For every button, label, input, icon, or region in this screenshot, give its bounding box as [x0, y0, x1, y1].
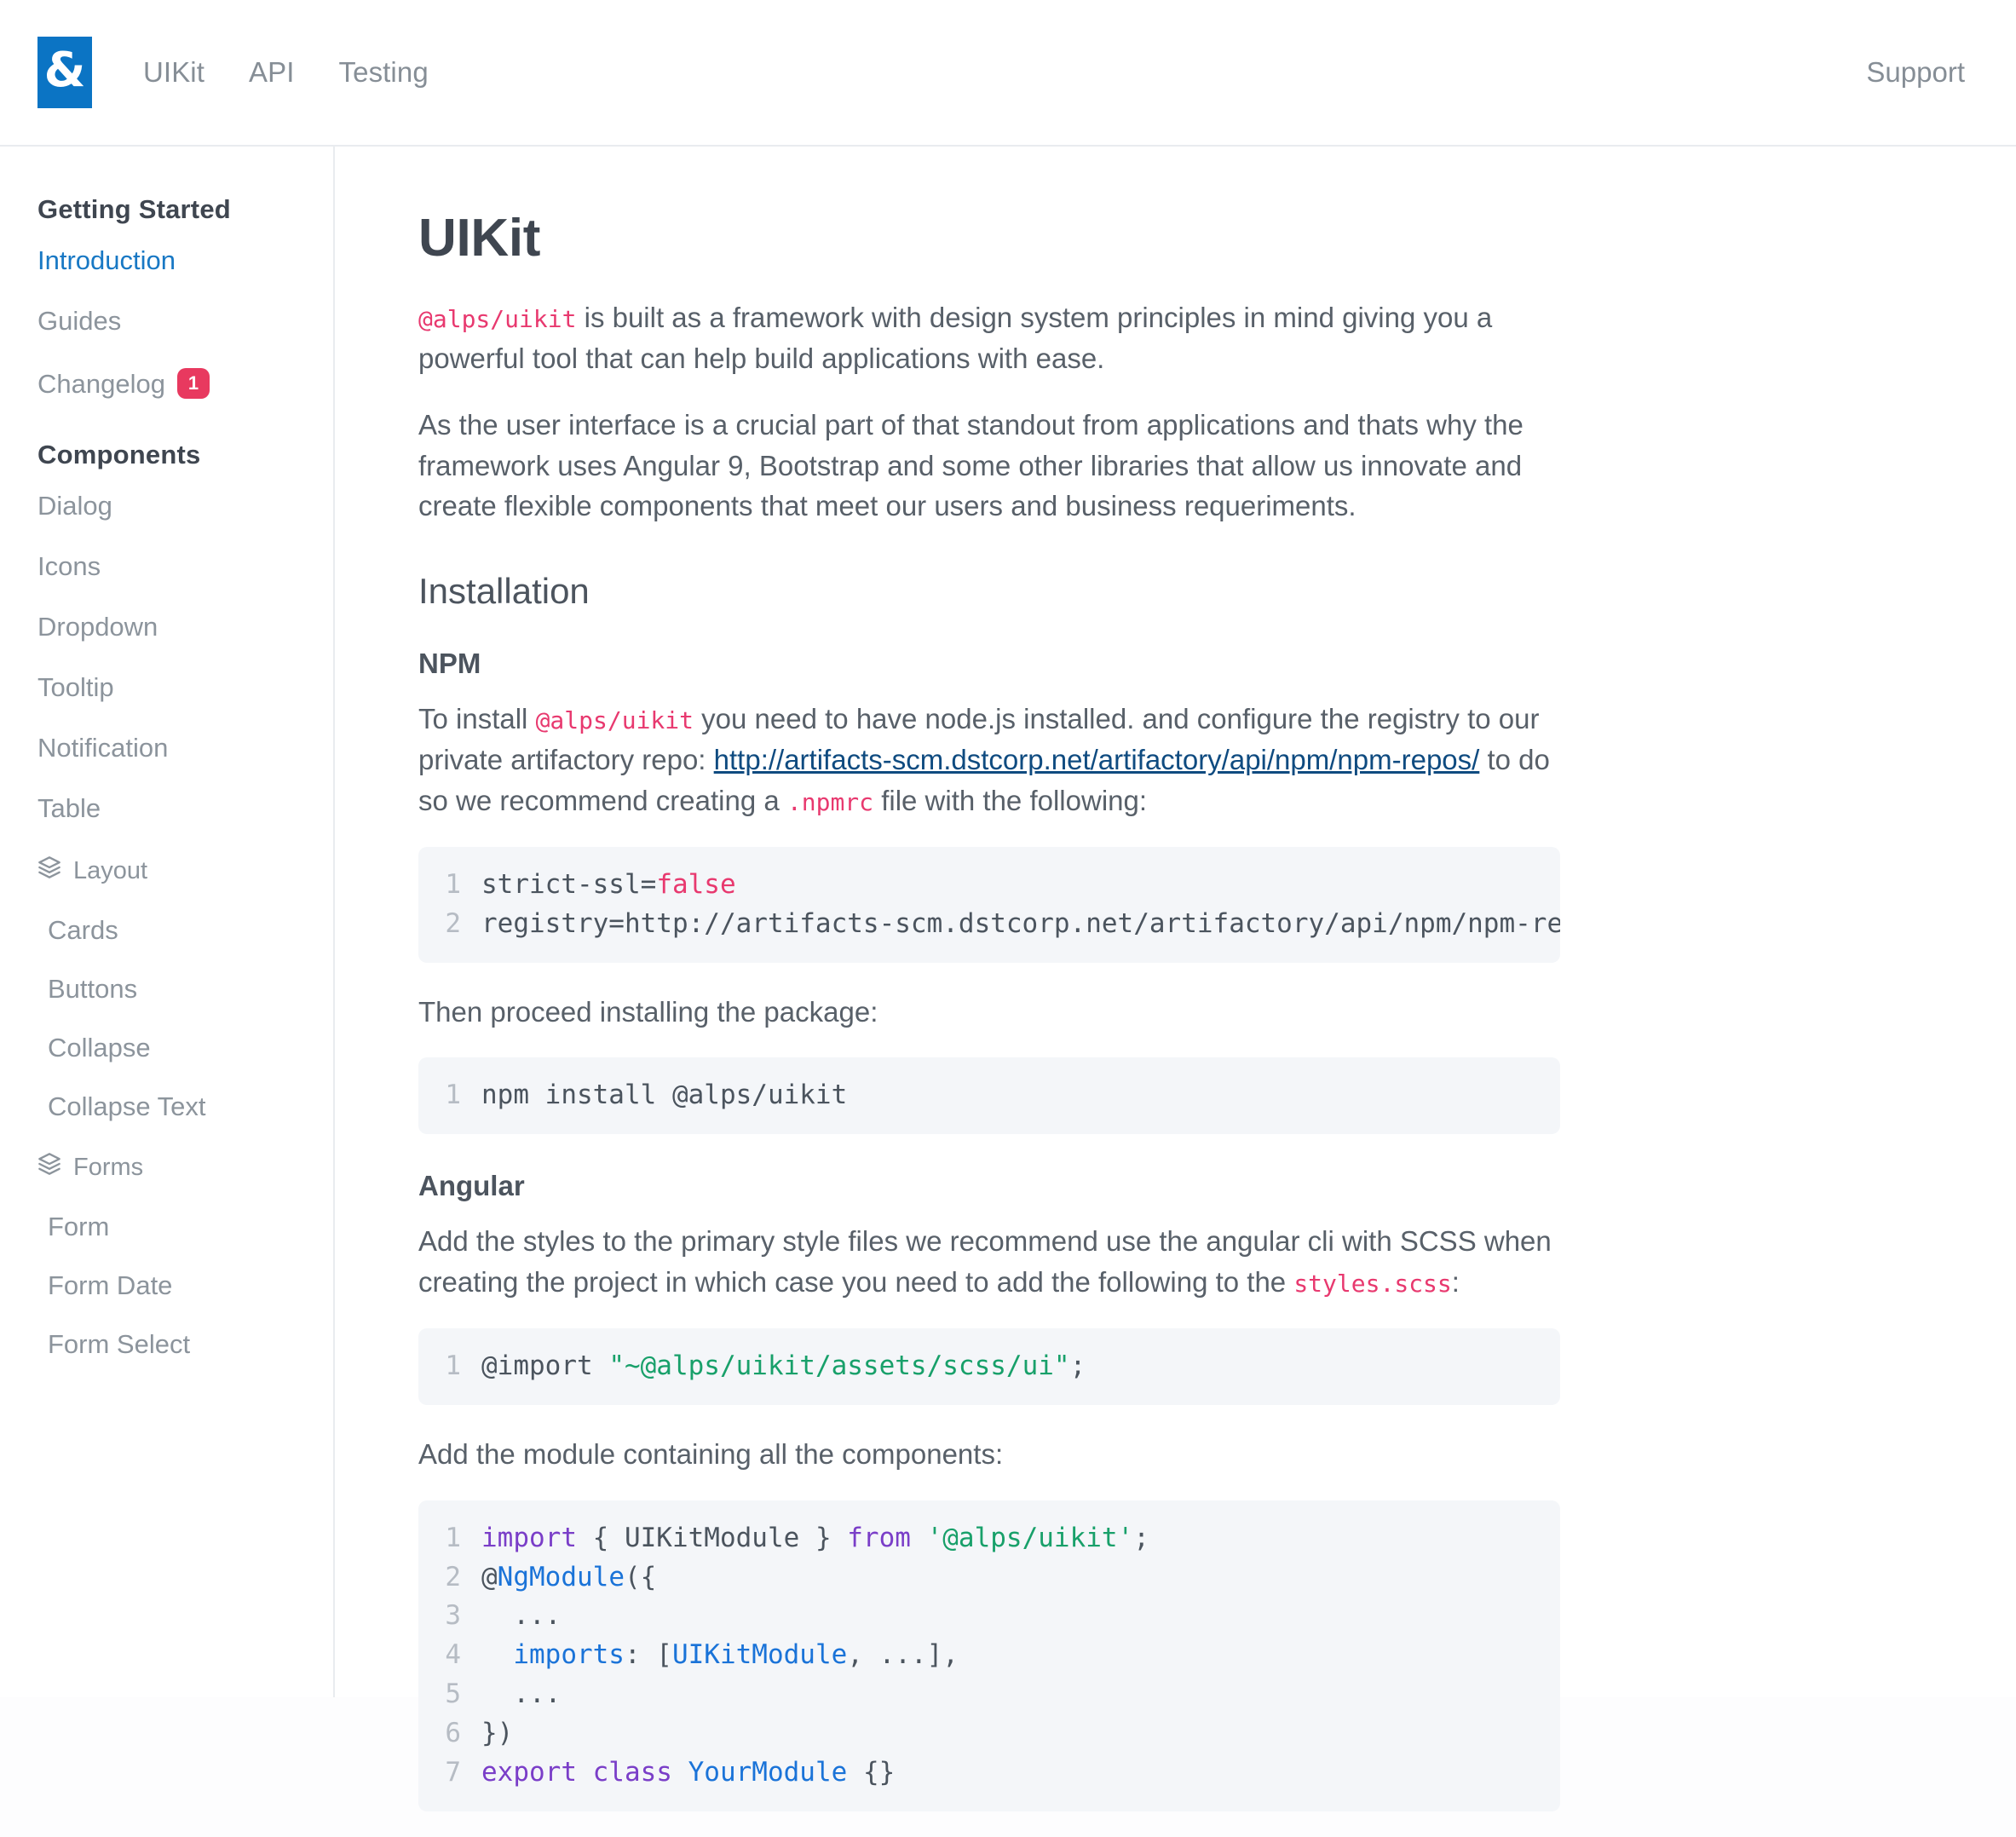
code-line-number: 1 [445, 1350, 461, 1381]
sidebar-item-form[interactable]: Form [0, 1213, 333, 1240]
nav-item-testing[interactable]: Testing [339, 56, 429, 89]
code-line-number: 2 [445, 1561, 461, 1592]
code-block-scss-import[interactable]: 1 @import "~@alps/uikit/assets/scss/ui"; [418, 1327, 1560, 1405]
npm-text-4: file with the following: [873, 784, 1148, 816]
sidebar-item-cards[interactable]: Cards [0, 917, 333, 943]
code-line: 7 export class YourModule {} [418, 1754, 1560, 1793]
sidebar-item-collapse[interactable]: Collapse [0, 1034, 333, 1061]
code-line: 3 ... [418, 1597, 1560, 1636]
code-line-text: ... [481, 1679, 562, 1710]
npm-text-1: To install [418, 703, 536, 735]
brand-logo-icon[interactable]: & [37, 37, 92, 108]
sidebar-item-table[interactable]: Table [0, 795, 333, 821]
changelog-badge: 1 [176, 368, 210, 399]
code-line: 1 strict-ssl=false [418, 866, 1560, 905]
code-line-number: 4 [445, 1639, 461, 1671]
angular-paragraph: Add the styles to the primary style file… [418, 1221, 1560, 1303]
sidebar-item-notification[interactable]: Notification [0, 734, 333, 761]
code-line-text: imports: [UIKitModule, ...], [513, 1639, 959, 1671]
main-content: UIKit @alps/uikit is built as a framewor… [335, 147, 2016, 1811]
sidebar-group-getting-started: Getting Started [37, 194, 231, 224]
code-line: 1 npm install @alps/uikit [418, 1076, 1560, 1115]
inline-code-styles-scss: styles.scss [1293, 1270, 1452, 1299]
sidebar-subgroup-forms-label: Forms [73, 1153, 144, 1181]
sidebar-item-guides[interactable]: Guides [0, 308, 333, 334]
intro-paragraph-text: is built as a framework with design syst… [418, 302, 1493, 374]
sidebar-subgroup-forms: Forms [0, 1152, 333, 1183]
code-block-npmrc[interactable]: 1 strict-ssl=false 2 registry=http://artifa… [418, 846, 1560, 963]
page-title: UIKit [418, 209, 541, 268]
nav-item-support[interactable]: Support [1866, 56, 1965, 89]
code-line: 2 @NgModule({ [418, 1558, 1560, 1598]
sidebar-item-tooltip[interactable]: Tooltip [0, 674, 333, 700]
sidebar-group-components: Components [37, 440, 201, 469]
code-line: 6}) [418, 1714, 1560, 1754]
code-line-number: 3 [445, 1600, 461, 1632]
code-line: 5 ... [418, 1675, 1560, 1714]
documentation-page: & UIKit API Testing Support Getting Star… [0, 0, 2016, 1837]
npm-paragraph: To install @alps/uikit you need to have … [418, 699, 1560, 821]
code-line-text: npm install @alps/uikit [481, 1080, 848, 1111]
sidebar-item-changelog[interactable]: Changelog 1 [0, 368, 333, 399]
inline-code-package-2: @alps/uikit [535, 706, 694, 735]
code-line-number: 6 [445, 1718, 461, 1748]
code-line-number: 1 [445, 1080, 461, 1111]
code-line-number: 2 [445, 907, 461, 939]
nav-item-uikit[interactable]: UIKit [143, 56, 204, 89]
inline-code-package: @alps/uikit [418, 305, 577, 333]
sidebar-subgroup-layout-label: Layout [73, 856, 148, 884]
code-line-text: @import "~@alps/uikit/assets/scss/ui"; [481, 1350, 1086, 1381]
code-line-number: 1 [445, 1522, 461, 1553]
sidebar-item-collapse-text[interactable]: Collapse Text [0, 1093, 333, 1120]
code-line-number: 7 [445, 1756, 461, 1788]
code-line-text: strict-ssl=false [481, 868, 736, 900]
sidebar-subgroup-layout: Layout [0, 855, 333, 886]
sidebar-item-buttons[interactable]: Buttons [0, 976, 333, 1002]
second-paragraph: As the user interface is a crucial part … [418, 408, 1524, 522]
angular-heading: Angular [418, 1170, 525, 1202]
sidebar-item-icons[interactable]: Icons [0, 553, 333, 579]
code-line: 2 registry=http://artifacts-scm.dstcorp.n… [418, 905, 1560, 944]
code-line-text: }) [481, 1718, 514, 1748]
code-line-text: registry=http://artifacts-scm.dstcorp.ne… [481, 907, 1560, 939]
code-line: 1 import { UIKitModule } from '@alps/uiki… [418, 1519, 1560, 1558]
sidebar-item-form-date[interactable]: Form Date [0, 1272, 333, 1299]
sidebar-nav: Getting Started Introduction Guides Chan… [0, 147, 335, 1697]
code-line-text: ... [481, 1600, 562, 1632]
page-body: Getting Started Introduction Guides Chan… [0, 147, 2016, 1811]
code-line: 1 @import "~@alps/uikit/assets/scss/ui"; [418, 1347, 1560, 1386]
artifactory-repo-link[interactable]: http://artifacts-scm.dstcorp.net/artifac… [714, 744, 1480, 775]
angular-text-2: : [1451, 1266, 1460, 1299]
main-nav: UIKit API Testing [143, 56, 429, 89]
code-line-number: 1 [445, 868, 461, 900]
code-line: 4 imports: [UIKitModule, ...], [418, 1636, 1560, 1675]
code-line-text: import { UIKitModule } from '@alps/uikit… [481, 1522, 1149, 1553]
npm-heading: NPM [418, 648, 481, 680]
code-line-text: export class YourModule {} [481, 1756, 896, 1788]
installation-heading: Installation [418, 571, 590, 612]
sidebar-item-form-select[interactable]: Form Select [0, 1331, 333, 1357]
sidebar-item-dialog[interactable]: Dialog [0, 492, 333, 519]
code-block-ng-module[interactable]: 1 import { UIKitModule } from '@alps/uiki… [418, 1500, 1560, 1811]
layers-icon [37, 855, 61, 886]
code-block-npm-install[interactable]: 1 npm install @alps/uikit [418, 1057, 1560, 1135]
code-line-text: @NgModule({ [481, 1561, 657, 1592]
sidebar-item-introduction[interactable]: Introduction [0, 247, 333, 274]
top-header: & UIKit API Testing Support [0, 0, 2016, 147]
angular-module-paragraph: Add the module containing all the compon… [418, 1437, 1004, 1470]
nav-item-api[interactable]: API [249, 56, 295, 89]
code-line-number: 5 [445, 1679, 461, 1710]
sidebar-item-dropdown[interactable]: Dropdown [0, 613, 333, 640]
intro-paragraph: @alps/uikit is built as a framework with… [418, 297, 1560, 379]
sidebar-item-changelog-label: Changelog [37, 369, 165, 399]
inline-code-npmrc: .npmrc [786, 787, 874, 816]
layers-icon [37, 1152, 61, 1183]
npm-install-paragraph: Then proceed installing the package: [418, 995, 878, 1028]
